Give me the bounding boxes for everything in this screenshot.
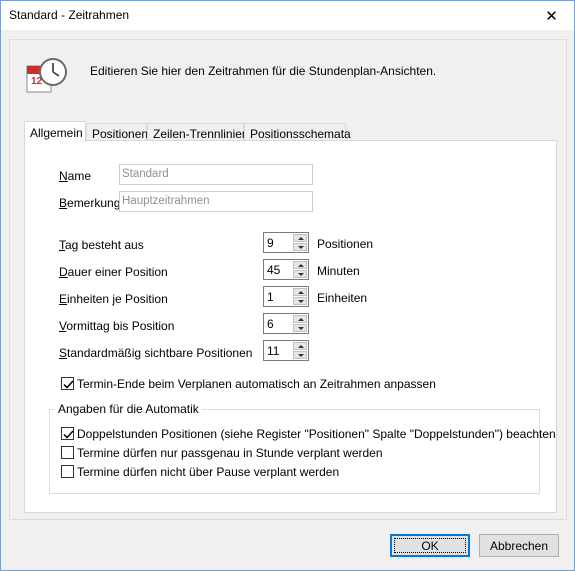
- pause-checkbox[interactable]: [61, 465, 74, 478]
- name-label: Name: [59, 169, 92, 183]
- tab-allgemein[interactable]: Allgemein: [24, 121, 86, 142]
- automatik-group-title: Angaben für die Automatik: [55, 402, 202, 416]
- tag-unit: Positionen: [317, 237, 374, 251]
- tag-down-arrow-icon[interactable]: [293, 243, 307, 251]
- einheiten-stepper[interactable]: 1: [263, 286, 309, 307]
- einheiten-down-arrow-icon[interactable]: [293, 297, 307, 305]
- dauer-unit: Minuten: [317, 264, 360, 278]
- vormittag-up-arrow-icon[interactable]: [293, 315, 307, 323]
- cancel-button[interactable]: Abbrechen: [479, 534, 559, 557]
- title-bar: Standard - Zeitrahmen ✕: [1, 1, 574, 30]
- dauer-down-arrow-icon[interactable]: [293, 270, 307, 278]
- einheiten-label: Einheiten je Position: [59, 292, 168, 306]
- vormittag-down-arrow-icon[interactable]: [293, 324, 307, 332]
- tag-up-arrow-icon[interactable]: [293, 234, 307, 242]
- ok-button[interactable]: OK: [390, 534, 470, 557]
- close-button[interactable]: ✕: [529, 1, 574, 30]
- sichtbar-down-arrow-icon[interactable]: [293, 351, 307, 359]
- doppelstunden-checkbox[interactable]: [61, 427, 74, 440]
- sichtbar-stepper[interactable]: 11: [263, 340, 309, 361]
- dauer-stepper[interactable]: 45: [263, 259, 309, 280]
- main-panel: 12 Editieren Sie hier den Zeitrahmen für…: [9, 39, 567, 520]
- einheiten-unit: Einheiten: [317, 291, 368, 305]
- sichtbar-label: Standardmäßig sichtbare Positionen: [59, 346, 253, 360]
- dialog-window: Standard - Zeitrahmen ✕ 12 Editieren Sie…: [0, 0, 575, 571]
- doppelstunden-label: Doppelstunden Positionen (siehe Register…: [77, 427, 556, 441]
- sichtbar-up-arrow-icon[interactable]: [293, 342, 307, 350]
- dauer-up-arrow-icon[interactable]: [293, 261, 307, 269]
- name-field[interactable]: Standard: [119, 164, 313, 185]
- pause-label: Termine dürfen nicht über Pause verplant…: [77, 465, 340, 479]
- checkmark-icon: [63, 430, 74, 439]
- bemerkung-label: Bemerkung: [59, 196, 121, 210]
- bemerkung-field[interactable]: Hauptzeitrahmen: [119, 191, 313, 212]
- checkmark-icon: [63, 380, 74, 389]
- vormittag-label: Vormittag bis Position: [59, 319, 175, 333]
- calendar-clock-icon: 12: [26, 58, 67, 93]
- termin-ende-label: Termin-Ende beim Verplanen automatisch a…: [77, 377, 436, 391]
- dauer-label: Dauer einer Position: [59, 265, 168, 279]
- vormittag-stepper[interactable]: 6: [263, 313, 309, 334]
- tab-content-allgemein: Name Standard Bemerkung Hauptzeitrahmen …: [24, 140, 557, 513]
- close-icon: ✕: [545, 7, 558, 25]
- termin-ende-checkbox[interactable]: [61, 377, 74, 390]
- tag-label: Tag besteht aus: [59, 238, 144, 252]
- einheiten-up-arrow-icon[interactable]: [293, 288, 307, 296]
- tab-positionsschemata[interactable]: Positionsschemata: [244, 123, 351, 141]
- tab-positionen[interactable]: Positionen: [86, 123, 148, 141]
- tab-zeilen-trennlinien[interactable]: Zeilen-Trennlinien: [147, 123, 249, 141]
- passgenau-label: Termine dürfen nur passgenau in Stunde v…: [77, 446, 383, 460]
- window-title: Standard - Zeitrahmen: [9, 8, 130, 22]
- passgenau-checkbox[interactable]: [61, 446, 74, 459]
- tag-stepper[interactable]: 9: [263, 232, 309, 253]
- header-description: Editieren Sie hier den Zeitrahmen für di…: [90, 64, 437, 78]
